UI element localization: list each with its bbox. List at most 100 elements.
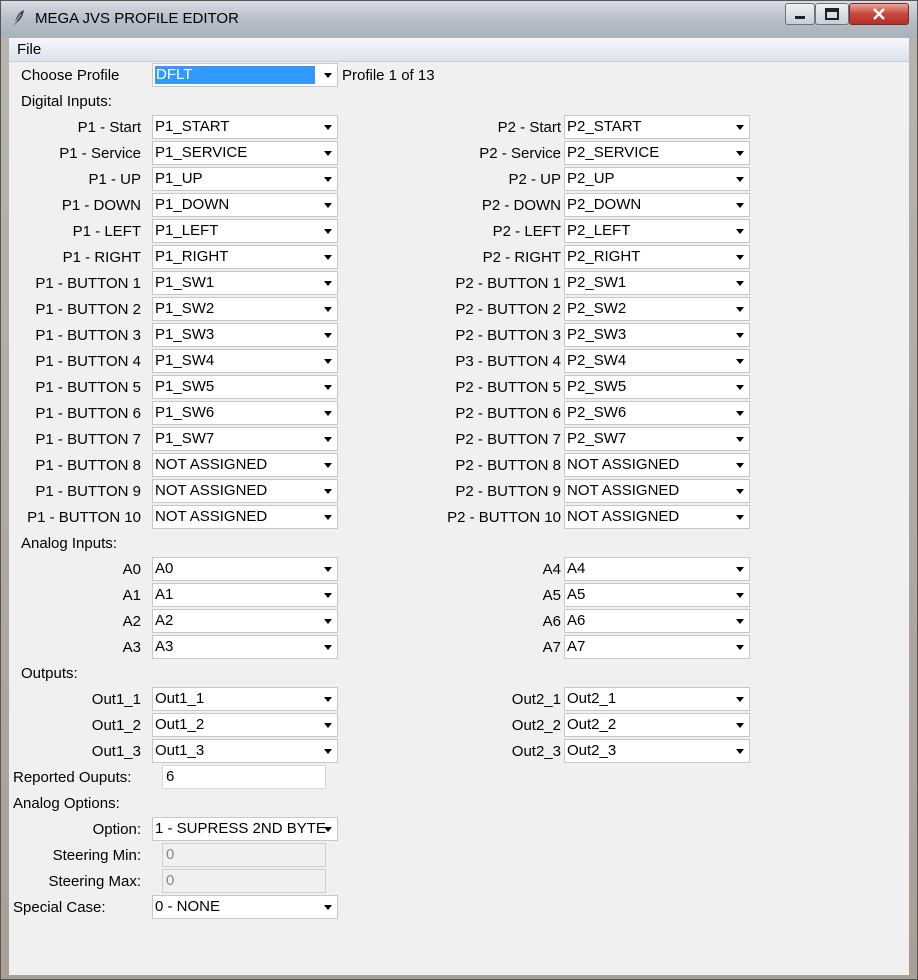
p2-input-select[interactable]: P2_SW6 xyxy=(564,401,750,425)
output-select[interactable]: Out1_1 xyxy=(152,687,338,711)
analog-inputs-heading: Analog Inputs: xyxy=(21,535,117,552)
p2-input-label: P2 - Start xyxy=(497,119,561,136)
p1-input-label: P1 - UP xyxy=(88,171,141,188)
p2-input-select[interactable]: P2_DOWN xyxy=(564,193,750,217)
p1-input-value: NOT ASSIGNED xyxy=(155,456,268,473)
output-value: Out2_3 xyxy=(567,742,617,759)
minimize-icon xyxy=(795,16,805,19)
p2-input-select[interactable]: P2_SW4 xyxy=(564,349,750,373)
p2-input-label: P3 - BUTTON 4 xyxy=(455,353,561,370)
p2-input-select[interactable]: P2_START xyxy=(564,115,750,139)
close-button[interactable] xyxy=(849,3,909,25)
p2-input-select[interactable]: P2_SW3 xyxy=(564,323,750,347)
analog-input-select[interactable]: A6 xyxy=(564,609,750,633)
p2-input-value: P2_SW1 xyxy=(567,274,627,291)
special-case-value: 0 - NONE xyxy=(155,898,221,915)
p1-input-select[interactable]: NOT ASSIGNED xyxy=(152,505,338,529)
p1-input-select[interactable]: NOT ASSIGNED xyxy=(152,453,338,477)
p2-input-value: P2_SW6 xyxy=(567,404,627,421)
analog-option-select[interactable]: 1 - SUPRESS 2ND BYTE xyxy=(152,817,338,841)
chevron-down-icon xyxy=(736,307,744,312)
analog-input-select[interactable]: A4 xyxy=(564,557,750,581)
analog-input-value: A4 xyxy=(567,560,586,577)
p2-input-select[interactable]: P2_SW7 xyxy=(564,427,750,451)
steering-max-input[interactable]: 0 xyxy=(162,869,326,893)
p2-input-select[interactable]: P2_UP xyxy=(564,167,750,191)
p2-input-value: P2_SW3 xyxy=(567,326,627,343)
analog-input-label: A1 xyxy=(122,587,141,604)
p1-input-select[interactable]: P1_SW1 xyxy=(152,271,338,295)
p1-input-select[interactable]: P1_SERVICE xyxy=(152,141,338,165)
title-bar[interactable]: MEGA JVS PROFILE EDITOR xyxy=(1,1,917,37)
output-label: Out2_3 xyxy=(511,743,561,760)
chevron-down-icon xyxy=(324,645,332,650)
chevron-down-icon xyxy=(324,255,332,260)
p1-input-select[interactable]: P1_SW3 xyxy=(152,323,338,347)
analog-input-select[interactable]: A3 xyxy=(152,635,338,659)
p1-input-select[interactable]: NOT ASSIGNED xyxy=(152,479,338,503)
p2-input-select[interactable]: NOT ASSIGNED xyxy=(564,479,750,503)
output-select[interactable]: Out1_3 xyxy=(152,739,338,763)
output-select[interactable]: Out2_3 xyxy=(564,739,750,763)
output-select[interactable]: Out2_2 xyxy=(564,713,750,737)
steering-min-input[interactable]: 0 xyxy=(162,843,326,867)
reported-outputs-input[interactable]: 6 xyxy=(162,765,326,789)
p1-input-select[interactable]: P1_DOWN xyxy=(152,193,338,217)
p1-input-select[interactable]: P1_SW7 xyxy=(152,427,338,451)
minimize-button[interactable] xyxy=(785,3,815,25)
chevron-down-icon xyxy=(324,203,332,208)
analog-input-select[interactable]: A5 xyxy=(564,583,750,607)
chevron-down-icon xyxy=(324,177,332,182)
p1-input-select[interactable]: P1_LEFT xyxy=(152,219,338,243)
p1-input-value: P1_SW4 xyxy=(155,352,215,369)
analog-input-select[interactable]: A2 xyxy=(152,609,338,633)
p1-input-select[interactable]: P1_START xyxy=(152,115,338,139)
analog-input-select[interactable]: A1 xyxy=(152,583,338,607)
p2-input-value: P2_SW7 xyxy=(567,430,627,447)
p2-input-select[interactable]: P2_RIGHT xyxy=(564,245,750,269)
profile-status: Profile 1 of 13 xyxy=(342,67,435,84)
special-case-select[interactable]: 0 - NONE xyxy=(152,895,338,919)
chevron-down-icon xyxy=(736,515,744,520)
profile-select[interactable]: DFLT xyxy=(152,63,338,87)
analog-input-select[interactable]: A7 xyxy=(564,635,750,659)
analog-input-value: A7 xyxy=(567,638,586,655)
analog-input-select[interactable]: A0 xyxy=(152,557,338,581)
chevron-down-icon xyxy=(736,697,744,702)
p1-input-select[interactable]: P1_RIGHT xyxy=(152,245,338,269)
p2-input-select[interactable]: P2_SERVICE xyxy=(564,141,750,165)
p1-input-select[interactable]: P1_SW2 xyxy=(152,297,338,321)
p2-input-select[interactable]: NOT ASSIGNED xyxy=(564,453,750,477)
p2-input-select[interactable]: P2_SW5 xyxy=(564,375,750,399)
p1-input-value: P1_DOWN xyxy=(155,196,230,213)
p2-input-select[interactable]: P2_SW2 xyxy=(564,297,750,321)
output-select[interactable]: Out2_1 xyxy=(564,687,750,711)
p1-input-label: P1 - BUTTON 10 xyxy=(27,509,141,526)
p2-input-select[interactable]: NOT ASSIGNED xyxy=(564,505,750,529)
chevron-down-icon xyxy=(736,645,744,650)
p2-input-label: P2 - UP xyxy=(508,171,561,188)
chevron-down-icon xyxy=(324,697,332,702)
analog-input-label: A6 xyxy=(542,613,561,630)
chevron-down-icon xyxy=(736,567,744,572)
chevron-down-icon xyxy=(324,463,332,468)
menu-file[interactable]: File xyxy=(17,41,41,58)
output-value: Out1_1 xyxy=(155,690,205,707)
maximize-button[interactable] xyxy=(815,3,849,25)
p1-input-select[interactable]: P1_SW6 xyxy=(152,401,338,425)
chevron-down-icon xyxy=(736,411,744,416)
p1-input-value: NOT ASSIGNED xyxy=(155,482,268,499)
output-value: Out1_2 xyxy=(155,716,205,733)
p1-input-select[interactable]: P1_SW5 xyxy=(152,375,338,399)
steering-min-value: 0 xyxy=(166,846,175,863)
p1-input-select[interactable]: P1_UP xyxy=(152,167,338,191)
p2-input-select[interactable]: P2_LEFT xyxy=(564,219,750,243)
p1-input-label: P1 - RIGHT xyxy=(62,249,141,266)
p2-input-label: P2 - BUTTON 8 xyxy=(455,457,561,474)
chevron-down-icon xyxy=(736,281,744,286)
chevron-down-icon xyxy=(324,73,332,78)
p1-input-select[interactable]: P1_SW4 xyxy=(152,349,338,373)
output-select[interactable]: Out1_2 xyxy=(152,713,338,737)
chevron-down-icon xyxy=(736,437,744,442)
p2-input-select[interactable]: P2_SW1 xyxy=(564,271,750,295)
